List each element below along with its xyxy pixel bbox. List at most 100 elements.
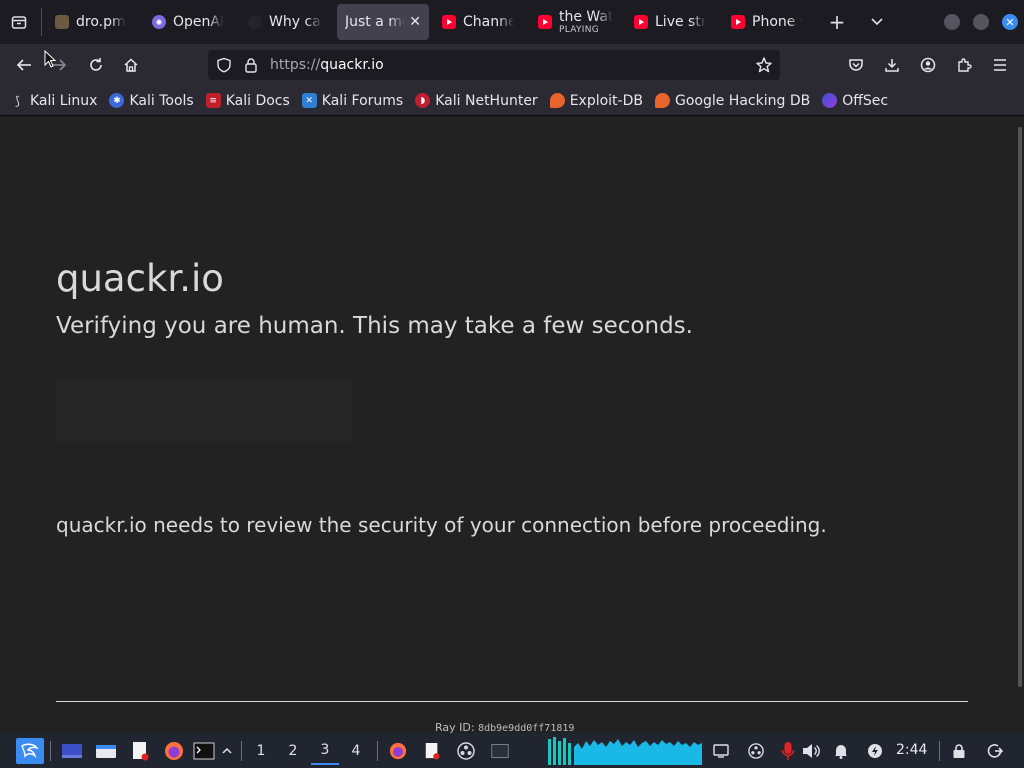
url-text[interactable]: https://quackr.io xyxy=(270,57,384,73)
chevron-down-icon[interactable] xyxy=(866,12,888,32)
bookmarks-toolbar: ⟆ Kali Linux ✱ Kali Tools ≡ Kali Docs ✕ … xyxy=(0,86,1024,116)
tracking-protection-shield-icon[interactable] xyxy=(216,57,232,77)
youtube-icon xyxy=(634,15,648,29)
security-message: quackr.io needs to review the security o… xyxy=(56,513,827,537)
account-icon[interactable] xyxy=(915,52,941,78)
tab-list-icon[interactable] xyxy=(8,12,30,32)
challenge-widget[interactable] xyxy=(56,379,352,441)
text-editor-icon[interactable] xyxy=(128,739,152,763)
logout-icon[interactable] xyxy=(984,739,1006,763)
tab-the-wat[interactable]: the Wat PLAYING xyxy=(530,4,620,40)
kali-docs-icon: ≡ xyxy=(205,93,221,108)
tab-label-group: the Wat PLAYING xyxy=(559,10,613,35)
audio-visualizer xyxy=(548,737,702,765)
tab-dro-pm[interactable]: dro.pm xyxy=(47,4,135,40)
page-title: quackr.io xyxy=(56,257,224,300)
ray-id-value: 8db9e9dd0ff71819 xyxy=(478,723,575,733)
firefox-icon[interactable] xyxy=(162,739,186,763)
tab-label: Channel xyxy=(463,14,514,30)
bookmark-label: Exploit-DB xyxy=(569,92,643,109)
lock-screen-icon[interactable] xyxy=(948,739,970,763)
kali-forums-icon: ✕ xyxy=(301,93,317,108)
bookmark-label: Kali NetHunter xyxy=(435,92,538,109)
back-arrow-icon[interactable] xyxy=(11,52,37,78)
power-manager-icon[interactable] xyxy=(864,739,886,763)
bookmark-label: Kali Tools xyxy=(129,92,194,109)
bookmark-kali-linux[interactable]: ⟆ Kali Linux xyxy=(10,93,97,109)
workspace-3[interactable]: 3 xyxy=(311,737,339,765)
file-manager-icon[interactable] xyxy=(94,739,118,763)
kali-menu-icon[interactable] xyxy=(16,738,44,764)
terminal-icon[interactable] xyxy=(192,739,216,763)
url-host: quackr.io xyxy=(320,57,384,73)
tab-label: the Wat xyxy=(559,9,614,24)
firefox-window-icon[interactable] xyxy=(386,739,410,763)
show-desktop-icon[interactable] xyxy=(60,739,84,763)
bookmark-label: Kali Forums xyxy=(321,92,404,109)
navigation-toolbar: https://quackr.io xyxy=(0,44,1024,86)
downloads-icon[interactable] xyxy=(879,52,905,78)
taskbar-separator xyxy=(241,741,242,761)
tab-label: Why can xyxy=(269,14,322,30)
reload-icon[interactable] xyxy=(83,52,109,78)
bookmark-offsec[interactable]: OffSec xyxy=(822,93,888,109)
home-icon[interactable] xyxy=(118,52,144,78)
tab-why-can[interactable]: Why can xyxy=(240,4,330,40)
footer-divider xyxy=(56,701,968,702)
page-content: quackr.io Verifying you are human. This … xyxy=(0,117,1024,733)
bookmark-label: Google Hacking DB xyxy=(674,92,811,109)
chevron-up-icon[interactable] xyxy=(218,739,236,763)
minimize-window-icon[interactable] xyxy=(944,14,960,30)
tab-phone[interactable]: Phone v xyxy=(723,4,811,40)
pocket-icon[interactable] xyxy=(843,52,869,78)
kali-tools-icon: ✱ xyxy=(109,93,125,108)
workspace-1[interactable]: 1 xyxy=(247,737,275,765)
scrollbar-thumb[interactable] xyxy=(1018,127,1022,687)
close-window-icon[interactable]: ✕ xyxy=(1002,14,1018,30)
bookmark-label: Kali Docs xyxy=(225,92,290,109)
bookmark-kali-docs[interactable]: ≡ Kali Docs xyxy=(205,92,290,109)
close-tab-icon[interactable]: ✕ xyxy=(409,14,421,30)
lock-icon[interactable] xyxy=(244,57,258,77)
exploit-db-icon xyxy=(549,93,565,108)
mouse-cursor-icon xyxy=(44,49,57,72)
bookmark-star-icon[interactable] xyxy=(755,56,773,78)
tab-openai[interactable]: ✺ OpenAI xyxy=(144,4,232,40)
verification-message: Verifying you are human. This may take a… xyxy=(56,313,693,339)
system-taskbar: 1 2 3 4 2:44 xyxy=(0,733,1024,768)
tab-live-stream[interactable]: Live stre xyxy=(626,4,714,40)
new-tab-plus-icon[interactable]: + xyxy=(826,10,848,34)
url-bar[interactable]: https://quackr.io xyxy=(208,50,780,80)
maximize-window-icon[interactable] xyxy=(973,14,989,30)
offsec-icon xyxy=(822,93,838,108)
network-panel-icon[interactable] xyxy=(710,739,732,763)
bookmark-kali-tools[interactable]: ✱ Kali Tools xyxy=(109,92,194,109)
bookmark-label: Kali Linux xyxy=(30,92,98,109)
scrollbar[interactable] xyxy=(1016,117,1024,697)
youtube-icon xyxy=(731,15,745,29)
ray-id-label: Ray ID: xyxy=(435,721,475,733)
obs-window-icon[interactable] xyxy=(454,739,478,763)
obs-tray-icon[interactable] xyxy=(745,739,767,763)
youtube-icon xyxy=(442,15,456,29)
workspace-4[interactable]: 4 xyxy=(342,737,370,765)
tab-label: OpenAI xyxy=(173,14,224,30)
microphone-icon[interactable] xyxy=(777,739,799,763)
notifications-bell-icon[interactable] xyxy=(830,739,852,763)
kali-dragon-icon: ⟆ xyxy=(15,93,20,108)
bookmark-kali-forums[interactable]: ✕ Kali Forums xyxy=(301,92,404,109)
editor-window-icon[interactable] xyxy=(420,739,444,763)
bookmark-kali-nethunter[interactable]: ◗ Kali NetHunter xyxy=(415,92,538,109)
workspace-2[interactable]: 2 xyxy=(279,737,307,765)
terminal-window-icon[interactable] xyxy=(488,739,512,763)
extensions-puzzle-icon[interactable] xyxy=(951,52,977,78)
tab-channel[interactable]: Channel xyxy=(434,4,522,40)
volume-icon[interactable] xyxy=(800,739,822,763)
clock[interactable]: 2:44 xyxy=(896,742,927,758)
file-icon xyxy=(55,15,69,29)
youtube-icon xyxy=(538,15,552,29)
bookmark-exploit-db[interactable]: Exploit-DB xyxy=(549,92,643,109)
hamburger-menu-icon[interactable] xyxy=(987,52,1013,78)
bookmark-google-hacking-db[interactable]: Google Hacking DB xyxy=(654,92,811,109)
tab-just-a-moment[interactable]: Just a moment ✕ xyxy=(337,4,429,40)
